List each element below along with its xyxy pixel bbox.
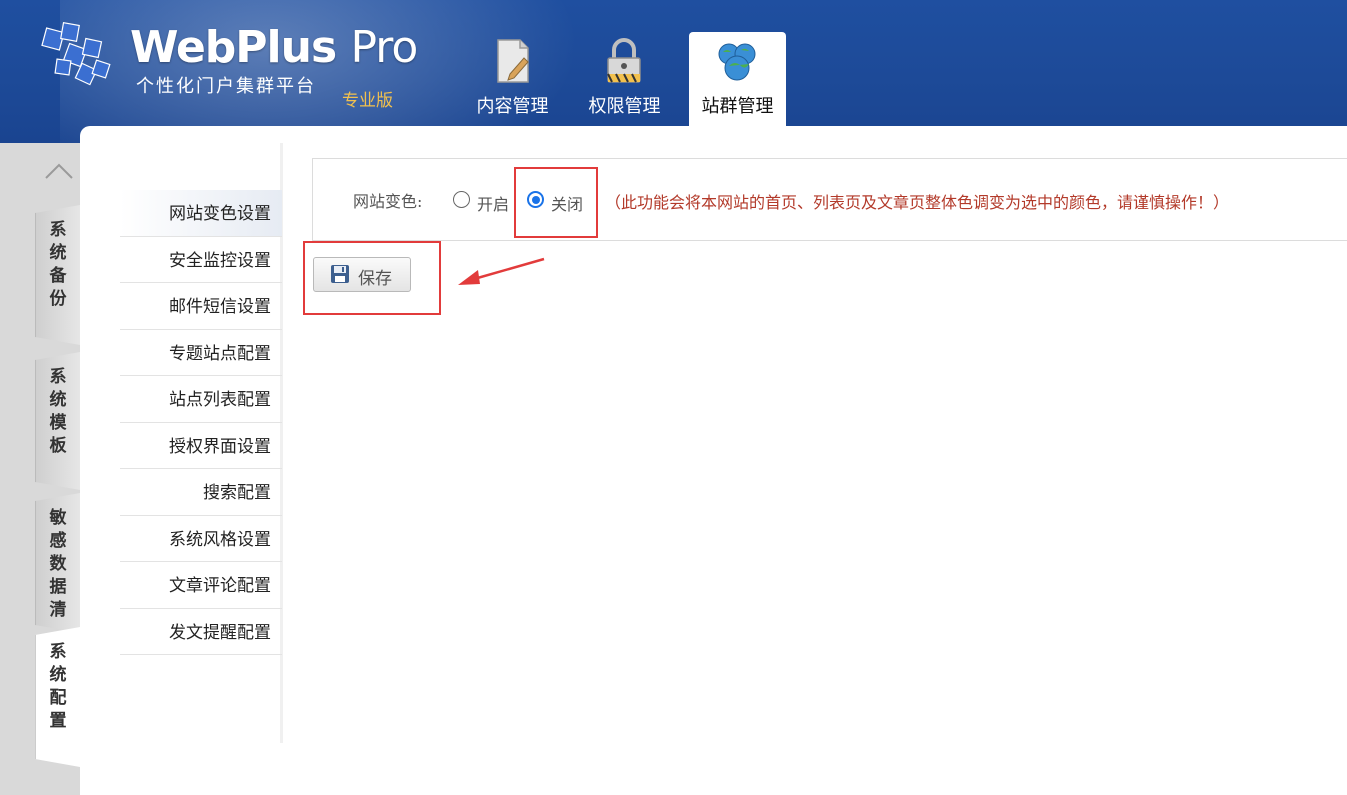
edition-label: 专业版: [342, 91, 393, 111]
submenu-item-site-color[interactable]: 网站变色设置: [120, 190, 282, 237]
radio-enable-label[interactable]: 开启: [477, 191, 509, 215]
logo-title-pro: Pro: [350, 22, 418, 73]
chevron-up-icon[interactable]: [44, 161, 74, 181]
tab-site-cluster-management[interactable]: 站群管理: [689, 32, 786, 126]
settings-submenu: 网站变色设置 安全监控设置 邮件短信设置 专题站点配置 站点列表配置 授权界面设…: [120, 190, 282, 655]
submenu-item-search[interactable]: 搜索配置: [120, 469, 282, 516]
submenu-item-topic-site[interactable]: 专题站点配置: [120, 330, 282, 376]
tab-site-cluster-management-label: 站群管理: [701, 96, 774, 117]
logo-title-main: WebPlus: [130, 22, 337, 73]
logo-title: WebPlus Pro: [130, 22, 418, 73]
annotation-arrow-icon: [458, 257, 545, 285]
tab-permission-management-label: 权限管理: [588, 96, 661, 117]
highlight-box-save-button: [303, 241, 441, 315]
vtab-sensitive-data-label: 敏感数据清: [49, 508, 67, 620]
globe-cluster-icon: [718, 43, 756, 81]
lock-icon: [607, 38, 641, 83]
submenu-item-security-monitor[interactable]: 安全监控设置: [120, 237, 282, 283]
radio-enable[interactable]: [453, 191, 470, 208]
tab-content-management[interactable]: 内容管理: [464, 32, 561, 126]
submenu-item-post-reminder[interactable]: 发文提醒配置: [120, 609, 282, 655]
logo-icon: [41, 22, 111, 86]
submenu-item-email-sms[interactable]: 邮件短信设置: [120, 283, 282, 330]
document-edit-icon: [497, 39, 529, 83]
vtab-system-template-label: 系统模板: [49, 367, 67, 456]
tab-content-management-label: 内容管理: [476, 96, 549, 117]
highlight-box-disable-option: [514, 167, 598, 238]
tab-permission-management[interactable]: 权限管理: [576, 32, 673, 126]
top-header: WebPlus Pro 个性化门户集群平台 专业版 内容管理 权限管理 站群管理: [0, 0, 1347, 143]
submenu-item-auth-ui[interactable]: 授权界面设置: [120, 423, 282, 469]
submenu-item-article-comment[interactable]: 文章评论配置: [120, 562, 282, 609]
vtab-system-config[interactable]: 系统配置: [35, 627, 80, 767]
vtab-sensitive-data[interactable]: 敏感数据清: [35, 493, 80, 633]
vtab-system-backup[interactable]: 系统备份: [35, 205, 80, 345]
logo-subtitle: 个性化门户集群平台: [136, 76, 316, 97]
vtab-system-backup-label: 系统备份: [49, 220, 67, 309]
submenu-item-system-style[interactable]: 系统风格设置: [120, 516, 282, 562]
site-color-label: 网站变色:: [353, 192, 423, 211]
submenu-item-site-list[interactable]: 站点列表配置: [120, 376, 282, 423]
vtab-system-template[interactable]: 系统模板: [35, 352, 80, 490]
vtab-system-config-label: 系统配置: [49, 642, 67, 731]
warning-notice: （此功能会将本网站的首页、列表页及文章页整体色调变为选中的颜色，请谨慎操作！）: [605, 193, 1230, 212]
